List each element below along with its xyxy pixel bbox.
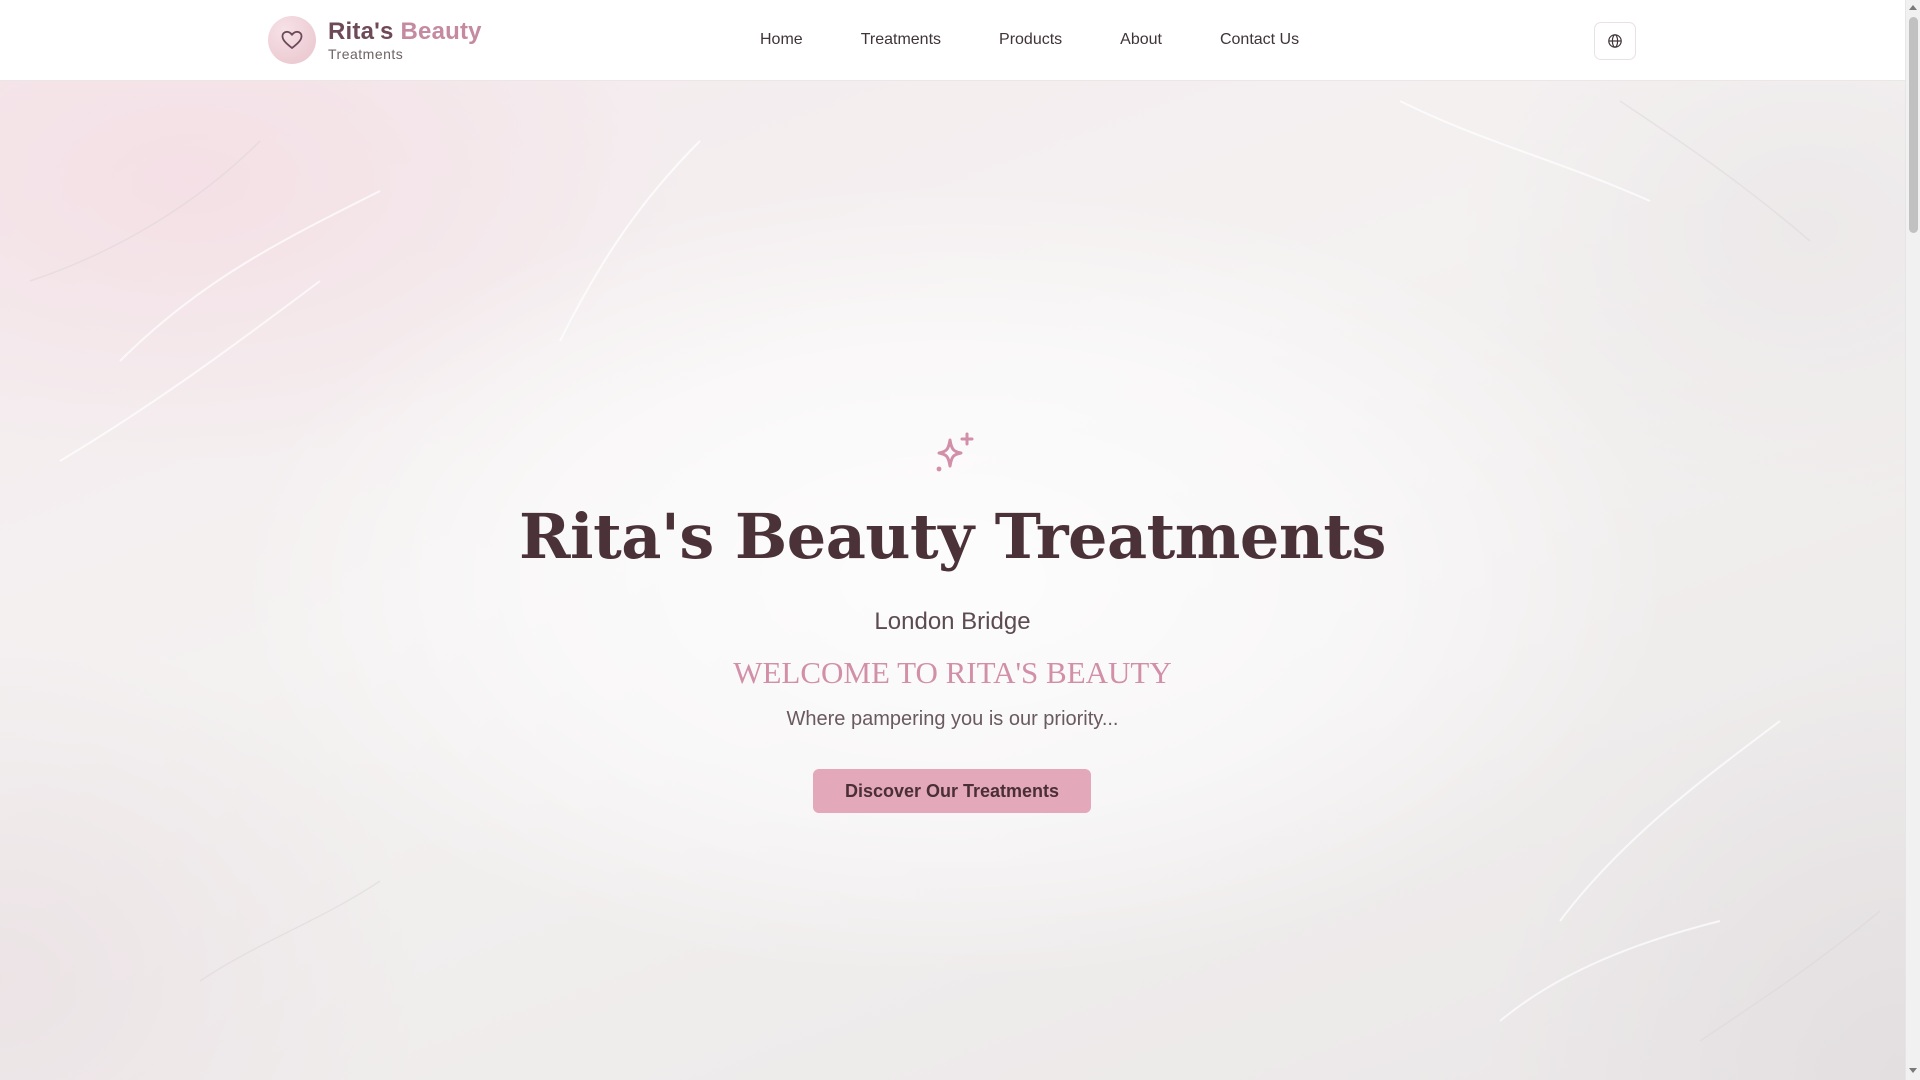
site-header: Rita's Beauty Treatments Home Treatments…	[0, 0, 1905, 81]
sparkles-icon	[936, 432, 974, 472]
heart-badge	[268, 16, 316, 64]
nav-home[interactable]: Home	[760, 31, 803, 49]
brand-title-accent: Beauty	[400, 17, 482, 45]
scroll-down-icon[interactable]	[1909, 1068, 1917, 1073]
globe-icon	[1608, 34, 1622, 48]
brand-text: Rita's Beauty Treatments	[328, 17, 482, 62]
heart-icon	[281, 30, 303, 49]
page-scrollbar[interactable]	[1905, 0, 1920, 1080]
hero-title: Rita's Beauty Treatments	[519, 500, 1386, 573]
hero-content: Rita's Beauty Treatments London Bridge W…	[0, 0, 1905, 1080]
nav-contact-us[interactable]: Contact Us	[1220, 31, 1299, 49]
page: Rita's Beauty Treatments Home Treatments…	[0, 0, 1920, 1080]
hero-location: London Bridge	[874, 608, 1031, 635]
nav-products[interactable]: Products	[999, 31, 1062, 49]
scroll-thumb[interactable]	[1909, 17, 1918, 233]
brand-title-main: Rita's	[328, 17, 394, 45]
brand-title: Rita's Beauty	[328, 17, 482, 45]
main-nav: Home Treatments Products About Contact U…	[760, 0, 1299, 80]
brand-subtitle: Treatments	[328, 45, 404, 62]
nav-about[interactable]: About	[1120, 31, 1162, 49]
nav-treatments[interactable]: Treatments	[861, 31, 941, 49]
language-button[interactable]	[1594, 22, 1636, 60]
discover-treatments-button[interactable]: Discover Our Treatments	[813, 769, 1091, 813]
hero-welcome: WELCOME TO RITA'S BEAUTY	[733, 655, 1172, 690]
hero-tagline: Where pampering you is our priority...	[786, 708, 1119, 730]
brand-logo[interactable]: Rita's Beauty Treatments	[268, 16, 482, 64]
scroll-up-icon[interactable]	[1909, 5, 1917, 10]
